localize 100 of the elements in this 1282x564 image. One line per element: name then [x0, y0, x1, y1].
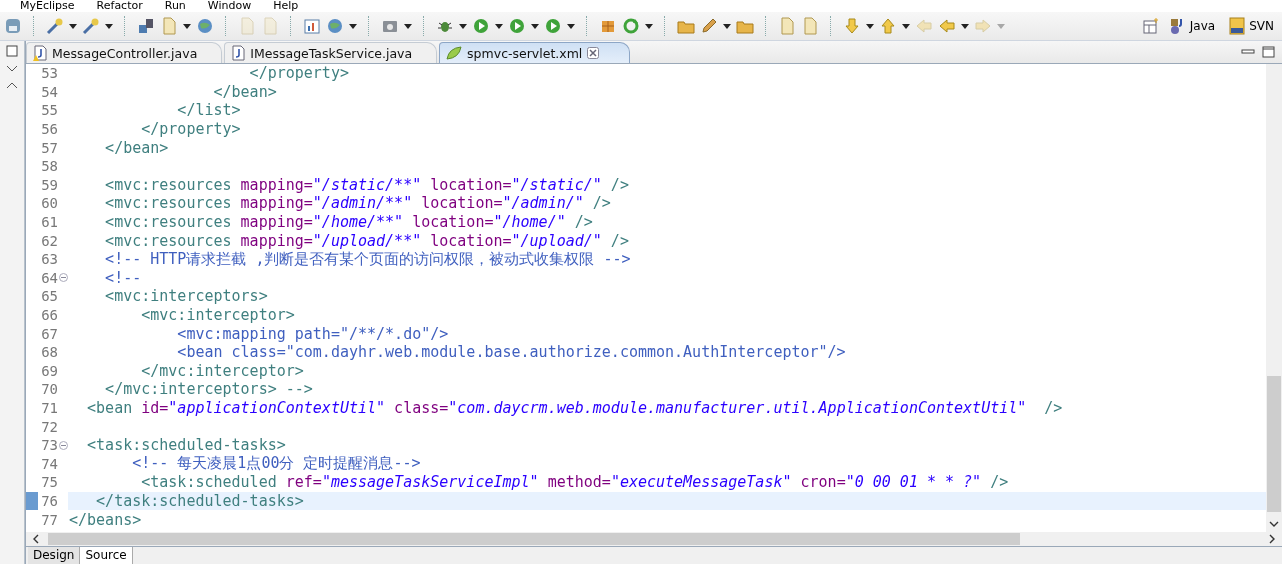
code-line: <mvc:mapping path="/**/*.do"/> — [176, 324, 449, 343]
perspective-button[interactable]: Java — [1164, 17, 1220, 35]
line-number: 76 — [40, 492, 58, 509]
editor-mode-tab[interactable]: Source — [80, 547, 133, 564]
menu-item[interactable]: Help — [273, 0, 299, 12]
globe-icon[interactable] — [196, 17, 214, 35]
line-number: 69 — [40, 362, 58, 379]
scrollbar-thumb[interactable] — [1267, 376, 1281, 512]
line-number: 58 — [40, 158, 58, 175]
code-line: </beans> — [69, 510, 142, 529]
arrow-left-icon[interactable] — [938, 17, 956, 35]
code-line: </mvc:interceptors> --> — [104, 380, 313, 399]
caret-icon[interactable] — [105, 23, 113, 29]
code-line: <mvc:interceptor> — [140, 306, 295, 324]
line-number: 53 — [40, 65, 58, 82]
caret-icon[interactable] — [567, 23, 575, 29]
caret-icon[interactable] — [404, 23, 412, 29]
code-line: <mvc:resources mapping="/upload/**" location="/upload/" /> — [104, 231, 629, 250]
chevron-left-icon[interactable] — [32, 534, 40, 544]
collapse-icon[interactable] — [59, 273, 68, 283]
caret-icon[interactable] — [645, 23, 653, 29]
code-line: <bean class="com.dayhr.web.module.base.authorize.common.AuthInterceptor"/> — [176, 343, 846, 362]
code-line: </bean> — [104, 138, 169, 157]
caret-icon[interactable] — [69, 23, 77, 29]
code-line: </bean> — [212, 82, 277, 101]
play-icon[interactable] — [544, 17, 562, 35]
caret-icon[interactable] — [961, 23, 969, 29]
play-icon[interactable] — [508, 17, 526, 35]
wand-icon[interactable] — [82, 17, 100, 35]
java-file-icon — [33, 45, 47, 61]
chevron-up-icon[interactable] — [6, 81, 18, 89]
code-line: <!-- HTTP请求拦截 ,判断是否有某个页面的访问权限，被动式收集权限 --> — [104, 249, 631, 268]
code-line: <task:scheduled ref="messageTaskServiceImpl" method="executeMessageTask" cron="0 00 01 * * ?" /> — [140, 473, 1009, 492]
caret-icon[interactable] — [183, 23, 191, 29]
arrow-up-icon[interactable] — [879, 17, 897, 35]
line-number: 77 — [40, 511, 58, 528]
menu-item[interactable]: Window — [207, 0, 252, 12]
chart-icon[interactable] — [303, 17, 321, 35]
code-line: <mvc:resources mapping="/static/**" location="/static/" /> — [104, 175, 629, 194]
editor-tab[interactable]: IMessageTaskService.java — [224, 42, 438, 63]
java-file-icon — [231, 45, 246, 61]
line-number: 73 — [40, 437, 58, 454]
globe-icon[interactable] — [326, 17, 344, 35]
code-line: </mvc:interceptor> — [140, 361, 304, 380]
editor-tab[interactable]: spmvc-servlet.xml — [439, 42, 631, 63]
menu-item[interactable]: Refactor — [96, 0, 143, 12]
open-perspective-icon[interactable] — [1141, 17, 1160, 35]
menu-item[interactable]: MyEclipse — [20, 0, 75, 12]
pencil-icon[interactable] — [700, 17, 718, 35]
svn-icon — [1228, 17, 1247, 35]
perspective-button[interactable]: SVN — [1224, 17, 1278, 35]
code-line: <task:scheduled-tasks> — [86, 436, 286, 455]
caret-icon[interactable] — [723, 23, 731, 29]
line-number: 62 — [40, 232, 58, 249]
caret-icon[interactable] — [902, 23, 910, 29]
caret-icon[interactable] — [495, 23, 503, 29]
maximize-icon[interactable] — [1262, 46, 1276, 58]
line-number: 71 — [40, 400, 58, 416]
line-number: 67 — [40, 325, 58, 342]
arrow-down-icon[interactable] — [843, 17, 861, 35]
line-number: 72 — [40, 418, 58, 435]
line-number: 55 — [40, 102, 58, 119]
code-line: </list> — [176, 101, 241, 120]
code-line: <!-- — [104, 268, 142, 287]
line-number: 74 — [40, 455, 58, 472]
line-number: 59 — [40, 176, 58, 193]
line-number: 70 — [40, 381, 58, 398]
menu-item[interactable]: Run — [164, 0, 186, 12]
line-number: 68 — [40, 344, 58, 361]
code-line: </task:scheduled-tasks> — [95, 491, 304, 510]
line-number: 54 — [40, 83, 58, 100]
editor-mode-tab[interactable]: Design — [28, 547, 81, 564]
chevron-right-icon[interactable] — [1268, 534, 1276, 544]
restore-icon[interactable] — [6, 45, 18, 57]
code-line: <bean id="applicationContextUtil" class="com.daycrm.web.module.manufacturer.util.ApplicationContextUtil" /> — [86, 399, 1063, 417]
caret-icon[interactable] — [459, 23, 467, 29]
scrollbar-thumb[interactable] — [48, 533, 1020, 545]
caret-icon[interactable] — [531, 23, 539, 29]
collapse-icon[interactable] — [59, 440, 68, 450]
line-number: 65 — [40, 288, 58, 305]
code-line: </property> — [248, 64, 349, 83]
code-line: <mvc:resources mapping="/admin/**" location="/admin/" /> — [104, 194, 611, 213]
close-icon[interactable] — [587, 47, 600, 59]
code-line: <mvc:resources mapping="/home/**" location="/home/" /> — [104, 213, 593, 232]
line-number: 61 — [40, 214, 58, 231]
line-number: 66 — [40, 307, 58, 323]
editor-tab[interactable]: MessageController.java — [26, 42, 223, 63]
caret-icon[interactable] — [866, 23, 874, 29]
wand-icon[interactable] — [46, 17, 64, 35]
line-number: 60 — [40, 195, 58, 212]
chevron-down-icon[interactable] — [1269, 520, 1279, 528]
leaf-icon — [446, 46, 463, 60]
chevron-down-icon[interactable] — [6, 65, 18, 73]
line-number: 57 — [40, 139, 58, 156]
line-number: 63 — [40, 251, 58, 268]
code-line: </property> — [140, 120, 241, 139]
caret-icon[interactable] — [349, 23, 357, 29]
line-number: 75 — [40, 474, 58, 491]
code-line: <!-- 每天凌晨1点00分 定时提醒消息--> — [131, 454, 421, 473]
play-icon[interactable] — [472, 17, 490, 35]
